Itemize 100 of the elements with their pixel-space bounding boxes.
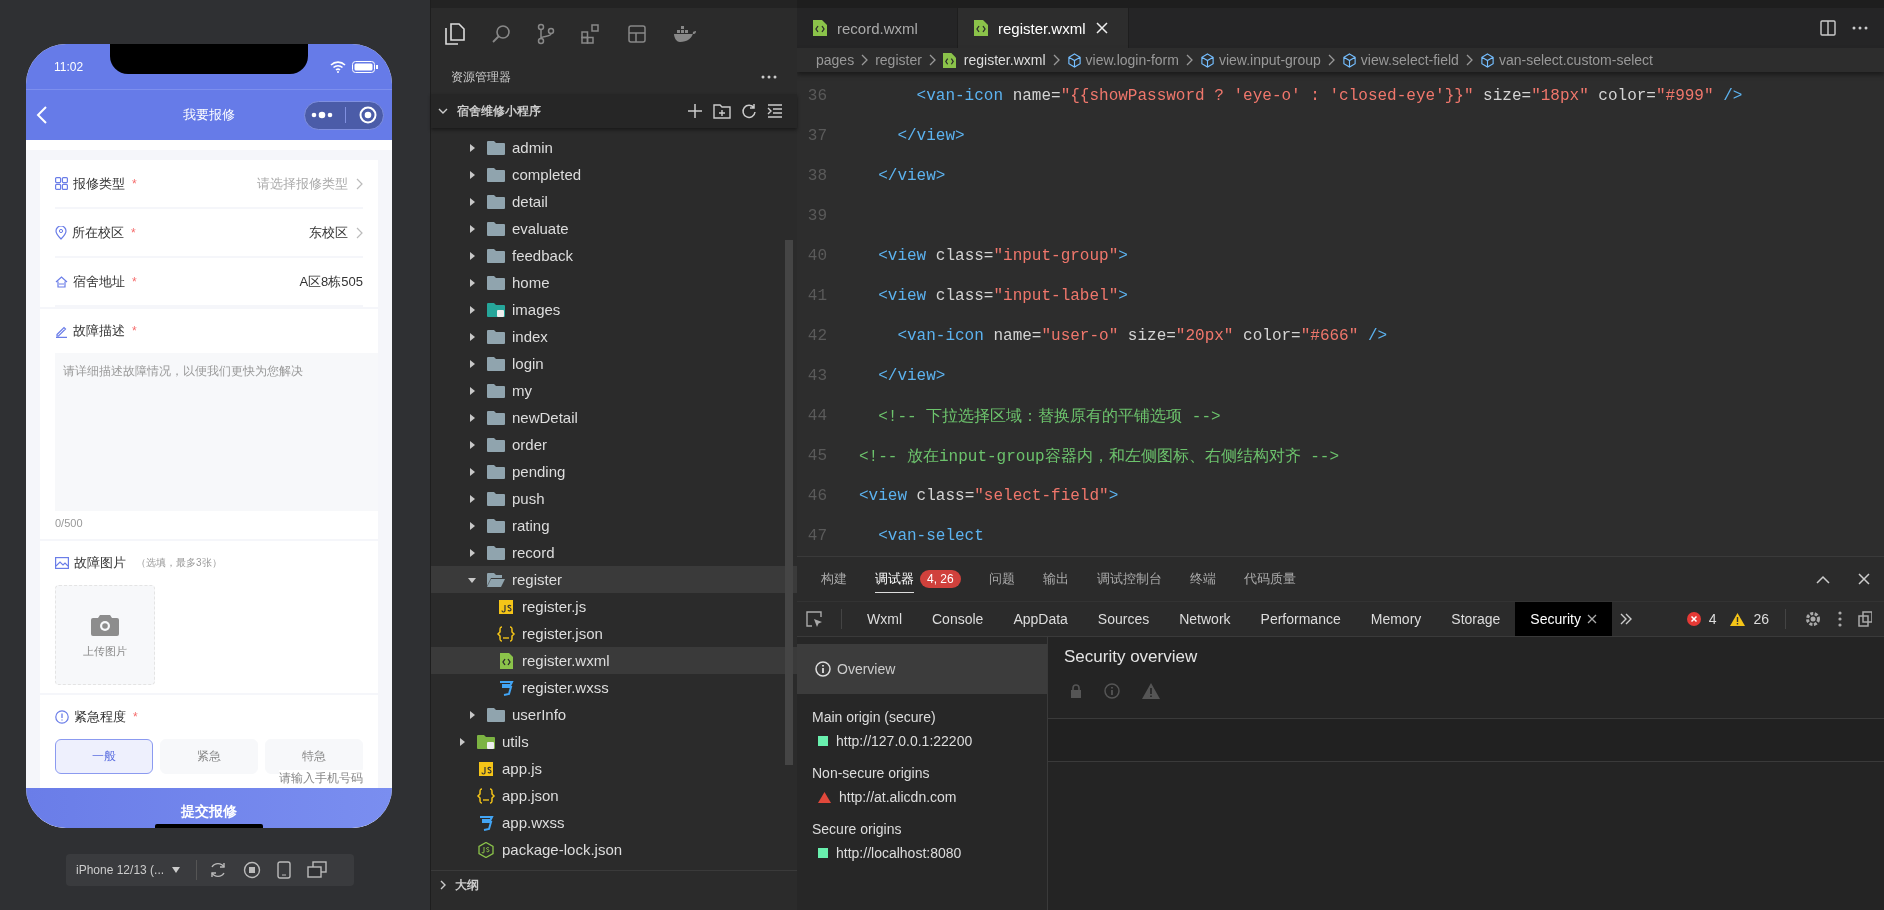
devtools-tab[interactable]: Security: [1515, 602, 1612, 636]
devtools-tab[interactable]: Performance: [1245, 602, 1356, 636]
breadcrumb-item[interactable]: register: [875, 52, 922, 68]
code-line: <!-- 下拉选择区域：替换原有的平铺选项 -->: [877, 406, 1221, 427]
tree-item[interactable]: register.wxss: [431, 674, 797, 701]
panel-tab[interactable]: 调试器: [875, 565, 914, 593]
tree-item[interactable]: push: [431, 485, 797, 512]
branch-icon[interactable]: [537, 23, 555, 45]
tree-item[interactable]: index: [431, 323, 797, 350]
panel-tab[interactable]: 调试控制台: [1096, 566, 1162, 592]
collapse-icon[interactable]: [767, 103, 783, 119]
search-icon[interactable]: [491, 24, 511, 44]
double-chevron-icon[interactable]: [1619, 613, 1632, 625]
caret-icon[interactable]: [172, 867, 181, 873]
whale-icon[interactable]: [673, 25, 697, 43]
device-selector[interactable]: iPhone 12/13 (...: [76, 863, 165, 877]
devtools-tab[interactable]: Console: [917, 602, 999, 636]
open-folder-icon: [486, 571, 506, 588]
devtools-tab[interactable]: Wxml: [852, 602, 917, 636]
files-icon[interactable]: [445, 23, 465, 45]
tree-item[interactable]: package-lock.json: [431, 836, 797, 863]
extensions-icon[interactable]: [581, 24, 601, 44]
urgency-option[interactable]: 紧急: [160, 739, 258, 774]
origin-item[interactable]: http://localhost:8080: [812, 838, 1047, 862]
tree-item[interactable]: newDetail: [431, 404, 797, 431]
tree-item[interactable]: pending: [431, 458, 797, 485]
scrollbar[interactable]: [785, 240, 793, 765]
settings-icon[interactable]: [1804, 610, 1822, 628]
code-line: <van-icon name="user-o" size="20px" color="#666" />: [896, 327, 1388, 345]
more-icon[interactable]: [1852, 26, 1868, 30]
project-header[interactable]: 宿舍维修小程序: [431, 94, 797, 128]
devtools-tab[interactable]: Storage: [1436, 602, 1516, 636]
tree-item[interactable]: register: [431, 566, 797, 593]
home-icon: [55, 275, 68, 288]
inspect-icon[interactable]: [805, 610, 823, 628]
devtools-tab[interactable]: AppData: [998, 602, 1083, 636]
tree-item[interactable]: home: [431, 269, 797, 296]
tree-item[interactable]: register.wxml: [431, 647, 797, 674]
refresh-icon[interactable]: [741, 103, 757, 119]
breadcrumb-item[interactable]: view.select-field: [1341, 52, 1459, 68]
panel-tab[interactable]: 输出: [1042, 566, 1069, 592]
devtools-tab[interactable]: Sources: [1082, 602, 1165, 636]
tree-item[interactable]: order: [431, 431, 797, 458]
tree-item[interactable]: my: [431, 377, 797, 404]
tree-item[interactable]: register.json: [431, 620, 797, 647]
breadcrumb-item[interactable]: view.login-form: [1066, 52, 1179, 68]
tree-item[interactable]: utils: [431, 728, 797, 755]
tree-item[interactable]: detail: [431, 188, 797, 215]
panel-tab[interactable]: 终端: [1189, 566, 1216, 592]
back-icon[interactable]: [36, 105, 48, 125]
dock-icon[interactable]: [1858, 611, 1872, 627]
breadcrumb-item[interactable]: view.input-group: [1199, 52, 1321, 68]
tree-item[interactable]: admin: [431, 134, 797, 161]
tree-item[interactable]: app.json: [431, 782, 797, 809]
panel-tab[interactable]: 问题: [988, 566, 1015, 592]
chevron-up-icon[interactable]: [1816, 574, 1830, 584]
overview-item[interactable]: Overview: [797, 644, 1047, 694]
split-editor-icon[interactable]: [1820, 20, 1836, 36]
tree-item[interactable]: evaluate: [431, 215, 797, 242]
layout-icon[interactable]: [627, 24, 647, 44]
rotate-icon[interactable]: [209, 861, 228, 879]
devtools-tab[interactable]: Memory: [1355, 602, 1437, 636]
new-folder-icon[interactable]: [713, 103, 731, 119]
tree-item[interactable]: feedback: [431, 242, 797, 269]
close-icon[interactable]: [1586, 614, 1597, 624]
tree-item[interactable]: rating: [431, 512, 797, 539]
close-icon[interactable]: [1858, 573, 1870, 585]
origin-item[interactable]: http://127.0.0.1:22200: [812, 726, 1047, 750]
more-icon[interactable]: [311, 111, 334, 119]
windows-icon[interactable]: [307, 861, 328, 879]
tree-item[interactable]: completed: [431, 161, 797, 188]
record-icon[interactable]: [243, 861, 262, 879]
tree-item[interactable]: register.js: [431, 593, 797, 620]
origin-item[interactable]: http://at.alicdn.com: [812, 782, 1047, 806]
breadcrumb-item[interactable]: van-select.custom-select: [1479, 52, 1653, 68]
editor-tab[interactable]: register.wxml: [958, 8, 1129, 48]
devtools-tab[interactable]: Network: [1164, 602, 1246, 636]
tree-item[interactable]: userInfo: [431, 701, 797, 728]
urgency-option[interactable]: 一般: [55, 739, 153, 774]
breadcrumb-item[interactable]: register.wxml: [942, 52, 1046, 68]
phone-icon[interactable]: [277, 861, 292, 879]
plus-icon[interactable]: [687, 103, 703, 119]
tree-item[interactable]: record: [431, 539, 797, 566]
upload-button[interactable]: 上传图片: [55, 585, 155, 685]
tree-item[interactable]: images: [431, 296, 797, 323]
capsule-menu[interactable]: [304, 100, 384, 130]
kebab-icon[interactable]: [1838, 611, 1842, 627]
phone-placeholder[interactable]: 请输入手机号码: [279, 770, 363, 787]
tree-item[interactable]: app.wxss: [431, 809, 797, 836]
chevron-icon: [356, 177, 363, 190]
more-icon[interactable]: [761, 75, 777, 79]
panel-tab[interactable]: 构建: [821, 566, 847, 592]
field-value[interactable]: 东校区: [309, 223, 348, 242]
tree-item[interactable]: login: [431, 350, 797, 377]
error-icon[interactable]: [1686, 612, 1701, 626]
breadcrumb-item[interactable]: pages: [816, 52, 855, 68]
field-value[interactable]: A区8栋505: [299, 272, 363, 291]
warning-icon[interactable]: [1730, 612, 1746, 626]
tree-item[interactable]: app.js: [431, 755, 797, 782]
panel-tab[interactable]: 代码质量: [1243, 566, 1296, 592]
